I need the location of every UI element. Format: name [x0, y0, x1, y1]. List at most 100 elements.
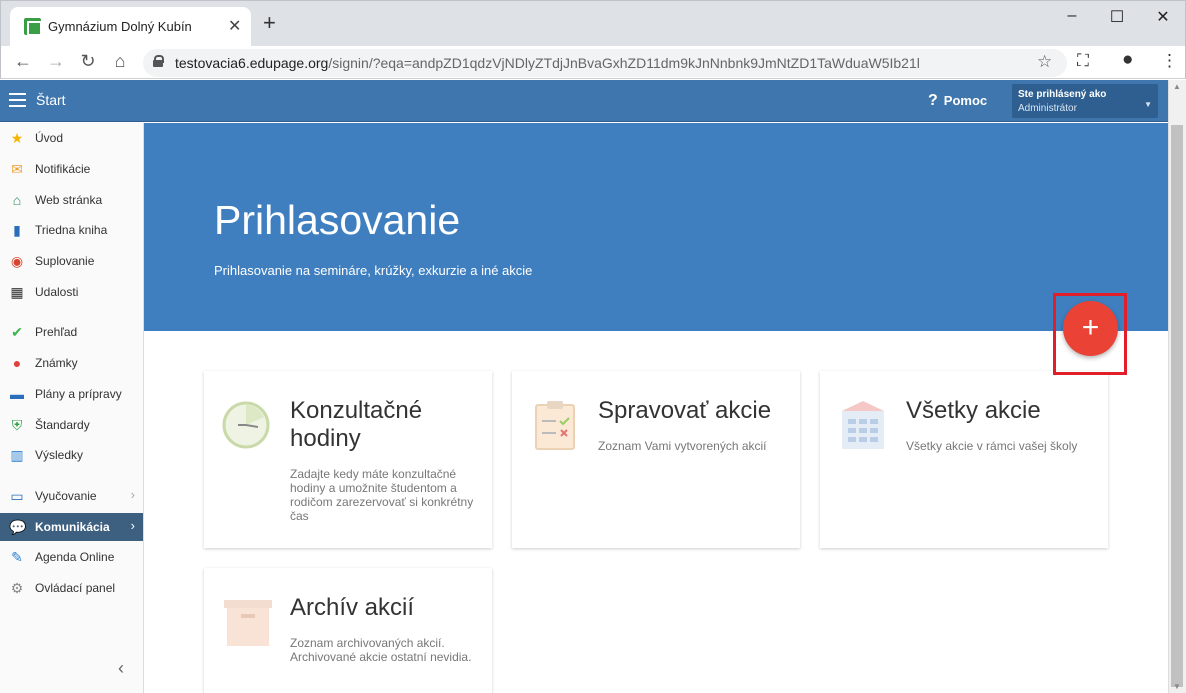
sidebar-item-label: Udalosti — [35, 285, 79, 299]
gear-icon: ⚙ — [10, 580, 24, 596]
home-icon: ⌂ — [12, 192, 22, 208]
clock-icon — [222, 401, 270, 449]
sidebar-item-uvod[interactable]: ★ Úvod — [0, 124, 143, 152]
minimize-button[interactable]: – — [1057, 7, 1087, 25]
chat-icon: 💬 — [9, 519, 27, 535]
building-icon — [842, 401, 884, 449]
sidebar-item-label: Triedna kniha — [35, 223, 108, 237]
maximize-button[interactable]: ☐ — [1102, 7, 1132, 27]
question-icon: ? — [928, 92, 938, 109]
sidebar-item-label: Prehľad — [35, 325, 78, 339]
card-title: Archív akcií — [290, 594, 415, 621]
grades-icon: ● — [12, 355, 22, 371]
edupage-favicon-icon — [24, 18, 42, 36]
card-title: Konzultačné hodiny — [290, 397, 423, 452]
main-content: Konzultačné hodiny Zadajte kedy máte kon… — [144, 331, 1168, 693]
sidebar-item-label: Plány a prípravy — [35, 387, 122, 401]
close-window-button[interactable]: ✕ — [1148, 7, 1178, 27]
sidebar-item-triedna-kniha[interactable]: ▮ Triedna kniha — [0, 216, 143, 244]
help-label: Pomoc — [943, 93, 988, 108]
sidebar-item-notifikacie[interactable]: ✉ Notifikácie — [0, 155, 143, 183]
scroll-down-icon[interactable]: ▼ — [1173, 682, 1181, 691]
briefcase-icon: ▬ — [10, 386, 24, 402]
browser-toolbar: ← → ↻ ⌂ testovacia6.edupage.org/signin/?… — [0, 46, 1186, 79]
sidebar-item-label: Web stránka — [35, 193, 103, 207]
sidebar-item-vyucovanie[interactable]: ▭ Vyučovanie › — [0, 482, 143, 510]
sidebar-item-label: Komunikácia — [35, 520, 110, 534]
sidebar-item-label: Štandardy — [35, 418, 90, 432]
page-title: Prihlasovanie — [214, 197, 461, 243]
page-subtitle: Prihlasovanie na semináre, krúžky, exkur… — [214, 263, 533, 278]
sidebar-item-agenda-online[interactable]: ✎ Agenda Online — [0, 543, 143, 571]
start-link[interactable]: Štart — [36, 92, 66, 108]
add-event-button[interactable]: + — [1063, 301, 1118, 356]
user-menu-dropdown[interactable]: Ste prihlásený ako Administrátor ▼ — [1012, 84, 1158, 118]
sidebar-item-label: Úvod — [35, 131, 64, 145]
reload-icon[interactable]: ↻ — [76, 51, 100, 72]
sidebar-item-udalosti[interactable]: ▦ Udalosti — [0, 278, 143, 306]
user-role: Administrátor — [1018, 103, 1077, 114]
card-description: Všetky akcie v rámci vašej školy — [906, 439, 1078, 453]
bookmark-star-icon[interactable]: ☆ — [1037, 52, 1052, 72]
sidebar-item-plany[interactable]: ▬ Plány a prípravy — [0, 380, 143, 408]
sidebar-item-standardy[interactable]: ⛨ Štandardy — [0, 411, 143, 439]
sidebar-item-label: Agenda Online — [35, 550, 115, 564]
card-konzultacne-hodiny[interactable]: Konzultačné hodiny Zadajte kedy máte kon… — [204, 371, 492, 548]
logged-in-as-label: Ste prihlásený ako — [1018, 89, 1107, 100]
archive-box-icon — [224, 600, 272, 646]
url-text: testovacia6.edupage.org/signin/?eqa=andp… — [175, 55, 920, 71]
sidebar-item-suplovanie[interactable]: ◉ Suplovanie — [0, 247, 143, 275]
address-bar[interactable]: testovacia6.edupage.org/signin/?eqa=andp… — [143, 49, 1067, 77]
screenshot-icon[interactable]: ⛶ — [1077, 51, 1089, 71]
chevron-down-icon: ▼ — [1144, 100, 1152, 109]
scrollbar-thumb[interactable] — [1171, 125, 1183, 687]
card-spravovat-akcie[interactable]: Spravovať akcie Zoznam Vami vytvorených … — [512, 371, 800, 548]
card-description: Zadajte kedy máte konzultačné hodiny a u… — [290, 467, 474, 523]
sidebar-item-komunikacia[interactable]: 💬 Komunikácia › — [0, 513, 143, 541]
card-description: Zoznam archivovaných akcií. Archivované … — [290, 636, 472, 664]
sidebar-item-label: Vyučovanie — [35, 489, 97, 503]
envelope-icon: ✉ — [11, 161, 23, 177]
home-icon[interactable]: ⌂ — [108, 51, 132, 72]
sidebar-item-web-stranka[interactable]: ⌂ Web stránka — [0, 186, 143, 214]
card-title: Spravovať akcie — [598, 397, 772, 424]
tab-title: Gymnázium Dolný Kubín — [48, 19, 192, 34]
collapse-sidebar-icon[interactable]: ‹ — [118, 658, 124, 679]
new-tab-button[interactable]: + — [263, 12, 276, 34]
sidebar-item-label: Notifikácie — [35, 162, 91, 176]
card-vsetky-akcie[interactable]: Všetky akcie Všetky akcie v rámci vašej … — [820, 371, 1108, 548]
chevron-right-icon: › — [130, 518, 135, 533]
help-button[interactable]: ? Pomoc — [928, 92, 987, 110]
open-book-icon: ▭ — [10, 488, 24, 504]
sidebar-item-label: Výsledky — [35, 448, 84, 462]
sidebar-item-znamky[interactable]: ● Známky — [0, 349, 143, 377]
barchart-icon: ▥ — [10, 447, 24, 463]
clipboard-icon — [535, 401, 575, 450]
menu-dots-icon[interactable]: ⋮ — [1161, 51, 1178, 71]
sidebar-item-label: Známky — [35, 356, 78, 370]
tab-close-icon[interactable]: ✕ — [228, 16, 241, 36]
scroll-up-icon[interactable]: ▲ — [1173, 82, 1181, 91]
pen-icon: ✎ — [11, 549, 23, 565]
page-scrollbar[interactable]: ▲ ▼ — [1168, 80, 1186, 693]
page-hero: Prihlasovanie Prihlasovanie na semináre,… — [144, 123, 1168, 331]
forward-arrow-icon[interactable]: → — [44, 51, 68, 72]
check-icon: ✔ — [11, 324, 23, 340]
card-archiv-akcii[interactable]: Archív akcií Zoznam archivovaných akcií.… — [204, 568, 492, 693]
sidebar-item-ovladaci-panel[interactable]: ⚙ Ovládací panel — [0, 574, 143, 602]
profile-avatar-icon[interactable]: ● — [1122, 49, 1133, 71]
app-header: Štart ? Pomoc Ste prihlásený ako Administ… — [0, 80, 1168, 122]
sidebar-item-prehlad[interactable]: ✔ Prehľad — [0, 318, 143, 346]
book-icon: ▮ — [13, 222, 21, 238]
hamburger-menu-icon[interactable] — [9, 93, 26, 107]
star-icon: ★ — [10, 130, 24, 146]
shield-icon: ⛨ — [11, 417, 23, 433]
sidebar-item-label: Suplovanie — [35, 254, 95, 268]
browser-tab-strip: Gymnázium Dolný Kubín ✕ + – ☐ ✕ — [0, 0, 1186, 47]
sidebar: ★ Úvod ✉ Notifikácie ⌂ Web stránka ▮ Tri… — [0, 123, 144, 693]
sidebar-item-vysledky[interactable]: ▥ Výsledky — [0, 441, 143, 469]
browser-tab[interactable]: Gymnázium Dolný Kubín ✕ — [10, 7, 251, 47]
back-arrow-icon[interactable]: ← — [11, 51, 35, 72]
card-description: Zoznam Vami vytvorených akcií — [598, 439, 767, 453]
calendar-icon: ▦ — [10, 284, 24, 300]
